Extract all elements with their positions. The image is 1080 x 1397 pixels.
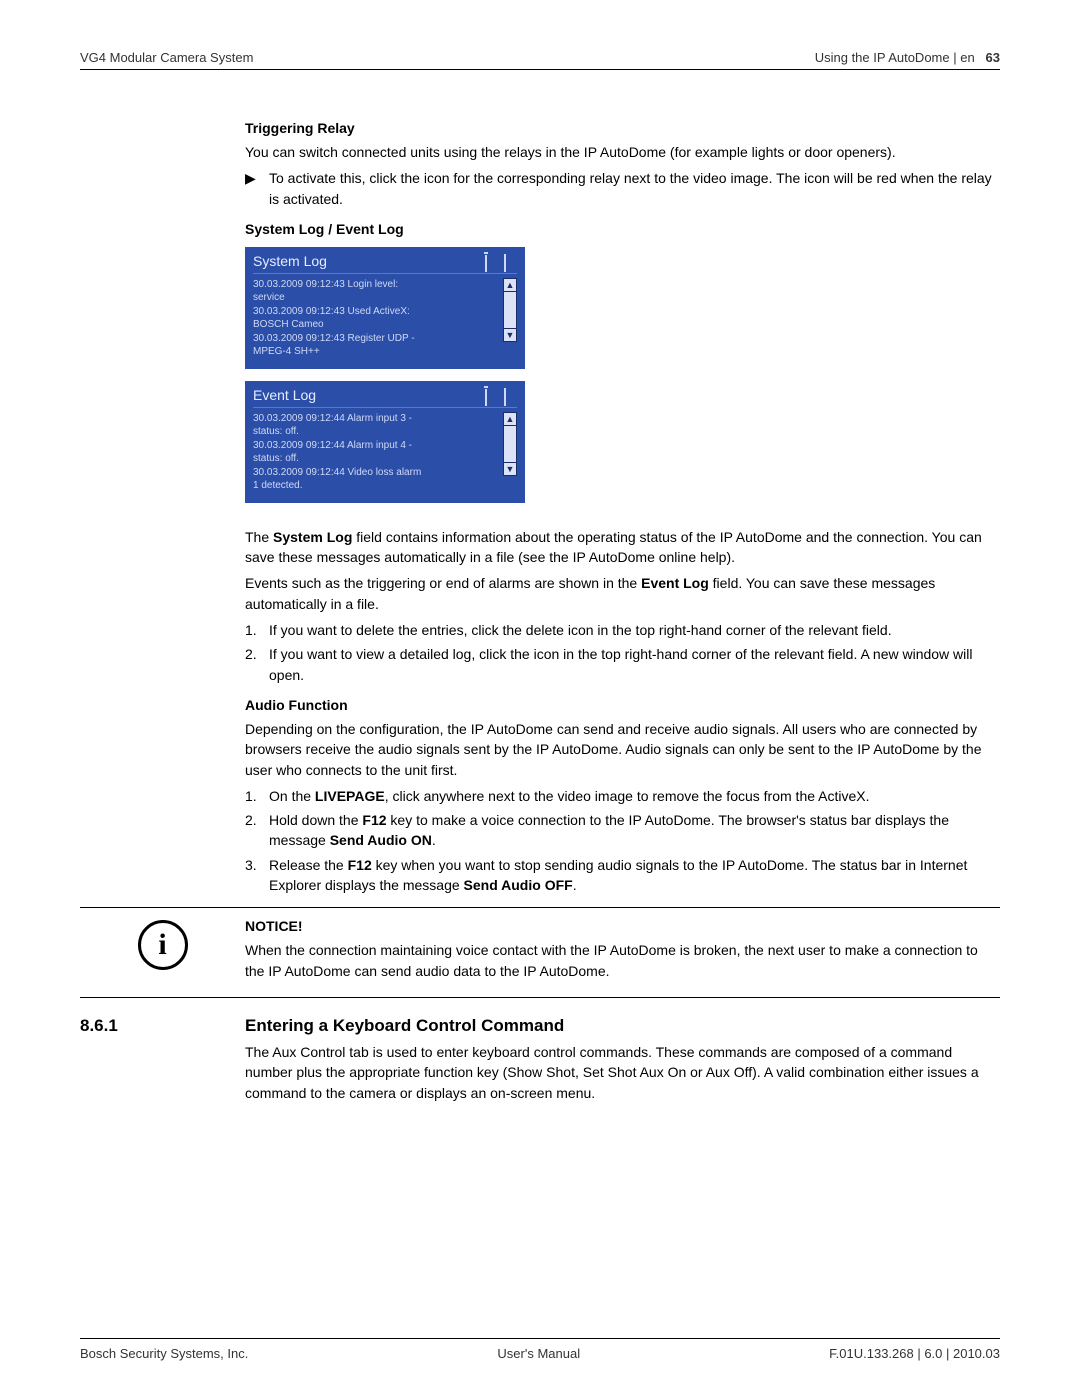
- heading-audio-function: Audio Function: [245, 697, 1000, 713]
- page-footer: Bosch Security Systems, Inc. User's Manu…: [80, 1346, 1000, 1361]
- paragraph: Depending on the configuration, the IP A…: [245, 719, 1000, 780]
- footer-right: F.01U.133.268 | 6.0 | 2010.03: [829, 1346, 1000, 1361]
- event-log-panel: Event Log 30.03.2009 09:12:44 Alarm inpu…: [245, 381, 525, 503]
- scrollbar[interactable]: ▲ ▼: [503, 412, 517, 476]
- list-item-text: To activate this, click the icon for the…: [269, 168, 1000, 209]
- detail-view-icon[interactable]: [504, 255, 517, 267]
- system-log-text: 30.03.2009 09:12:43 Login level: service…: [253, 278, 497, 359]
- ordered-list: 1. On the LIVEPAGE, click anywhere next …: [245, 786, 1000, 895]
- subsection-title: Entering a Keyboard Control Command: [245, 1016, 564, 1036]
- list-item: 1. If you want to delete the entries, cl…: [245, 620, 1000, 640]
- system-log-panel: System Log 30.03.2009 09:12:43 Login lev…: [245, 247, 525, 369]
- header-left: VG4 Modular Camera System: [80, 50, 253, 65]
- footer-center: User's Manual: [497, 1346, 580, 1361]
- info-icon: i: [138, 920, 188, 970]
- scroll-down-icon[interactable]: ▼: [503, 462, 517, 476]
- list-item: 2. Hold down the F12 key to make a voice…: [245, 810, 1000, 851]
- notice-title: NOTICE!: [245, 918, 1000, 934]
- list-item: ▶ To activate this, click the icon for t…: [245, 168, 1000, 209]
- list-item: 2. If you want to view a detailed log, c…: [245, 644, 1000, 685]
- divider: [80, 1338, 1000, 1339]
- page-header: VG4 Modular Camera System Using the IP A…: [80, 50, 1000, 70]
- scroll-track[interactable]: [503, 426, 517, 462]
- log-figure: System Log 30.03.2009 09:12:43 Login lev…: [245, 247, 1000, 503]
- header-right: Using the IP AutoDome | en 63: [815, 50, 1000, 65]
- footer-left: Bosch Security Systems, Inc.: [80, 1346, 248, 1361]
- subsection-heading: 8.6.1 Entering a Keyboard Control Comman…: [80, 1016, 1000, 1036]
- divider: [80, 997, 1000, 998]
- notice-text: When the connection maintaining voice co…: [245, 940, 1000, 981]
- list-item: 3. Release the F12 key when you want to …: [245, 855, 1000, 896]
- paragraph: The Aux Control tab is used to enter key…: [245, 1042, 1000, 1103]
- notice-block: i NOTICE! When the connection maintainin…: [80, 918, 1000, 987]
- page-number: 63: [986, 50, 1000, 65]
- paragraph: Events such as the triggering or end of …: [245, 573, 1000, 614]
- list-item: 1. On the LIVEPAGE, click anywhere next …: [245, 786, 1000, 806]
- heading-system-event-log: System Log / Event Log: [245, 221, 1000, 237]
- event-log-title: Event Log: [253, 387, 485, 403]
- arrow-icon: ▶: [245, 168, 269, 209]
- ordered-list: 1. If you want to delete the entries, cl…: [245, 620, 1000, 685]
- scroll-up-icon[interactable]: ▲: [503, 412, 517, 426]
- system-log-title: System Log: [253, 253, 485, 269]
- detail-view-icon[interactable]: [504, 389, 517, 401]
- delete-icon[interactable]: [485, 389, 498, 401]
- heading-triggering-relay: Triggering Relay: [245, 120, 1000, 136]
- event-log-text: 30.03.2009 09:12:44 Alarm input 3 - stat…: [253, 412, 497, 493]
- scroll-down-icon[interactable]: ▼: [503, 328, 517, 342]
- subsection-number: 8.6.1: [80, 1016, 245, 1036]
- scroll-track[interactable]: [503, 292, 517, 328]
- scroll-up-icon[interactable]: ▲: [503, 278, 517, 292]
- delete-icon[interactable]: [485, 255, 498, 267]
- divider: [80, 907, 1000, 908]
- paragraph: You can switch connected units using the…: [245, 142, 1000, 162]
- scrollbar[interactable]: ▲ ▼: [503, 278, 517, 342]
- paragraph: The System Log field contains informatio…: [245, 527, 1000, 568]
